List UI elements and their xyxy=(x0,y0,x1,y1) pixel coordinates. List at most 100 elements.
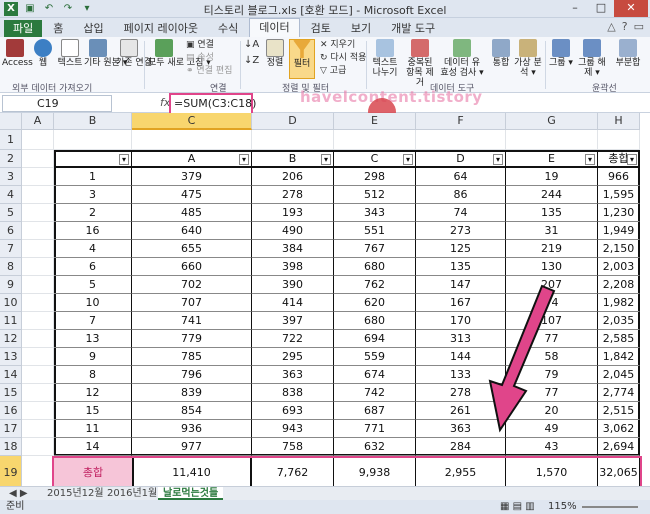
table-cell[interactable]: 414 xyxy=(252,294,334,312)
table-cell[interactable]: 2,208 xyxy=(598,276,640,294)
row-header-18[interactable]: 18 xyxy=(0,438,22,456)
filter-button[interactable]: 필터 xyxy=(289,39,315,79)
table-header-cell[interactable]: B ▾ xyxy=(252,150,334,168)
consolidate-button[interactable]: 통합 xyxy=(488,39,514,68)
table-cell[interactable]: 779 xyxy=(132,330,252,348)
table-cell[interactable]: 86 xyxy=(416,186,506,204)
table-cell[interactable]: 559 xyxy=(334,348,416,366)
column-header-g[interactable]: G xyxy=(506,113,598,130)
ribbon-collapse-icon[interactable]: △ xyxy=(607,20,615,33)
table-cell[interactable]: 31 xyxy=(506,222,598,240)
table-cell[interactable]: 722 xyxy=(252,330,334,348)
table-cell[interactable]: 43 xyxy=(506,438,598,456)
table-cell-b[interactable]: 14 xyxy=(54,438,132,456)
tab-developer[interactable]: 개발 도구 xyxy=(382,20,444,37)
clear-filter-link[interactable]: ✕ 지우기 xyxy=(320,39,355,51)
table-cell[interactable]: 680 xyxy=(334,258,416,276)
filter-dropdown-icon[interactable]: ▾ xyxy=(627,154,637,165)
column-header-f[interactable]: F xyxy=(416,113,506,130)
table-cell[interactable]: 278 xyxy=(252,186,334,204)
access-button[interactable]: Access xyxy=(2,39,33,68)
table-cell[interactable]: 742 xyxy=(334,384,416,402)
table-cell[interactable]: 640 xyxy=(132,222,252,240)
column-header-b[interactable]: B xyxy=(54,113,132,130)
table-cell[interactable]: 758 xyxy=(252,438,334,456)
table-cell[interactable]: 694 xyxy=(334,330,416,348)
data-validation-button[interactable]: 데이터 유효성 검사 ▾ xyxy=(440,39,484,78)
table-cell-b[interactable]: 6 xyxy=(54,258,132,276)
table-cell[interactable]: 512 xyxy=(334,186,416,204)
table-cell[interactable]: 2,585 xyxy=(598,330,640,348)
table-cell[interactable]: 762 xyxy=(334,276,416,294)
table-cell[interactable]: 771 xyxy=(334,420,416,438)
row-header-2[interactable]: 2 xyxy=(0,150,22,168)
table-cell[interactable]: 74 xyxy=(416,204,506,222)
table-cell[interactable]: 680 xyxy=(334,312,416,330)
table-cell-b[interactable]: 9 xyxy=(54,348,132,366)
table-cell[interactable]: 398 xyxy=(252,258,334,276)
filter-dropdown-icon[interactable]: ▾ xyxy=(493,154,503,165)
table-cell[interactable]: 135 xyxy=(506,204,598,222)
table-cell-b[interactable]: 2 xyxy=(54,204,132,222)
table-cell[interactable]: 785 xyxy=(132,348,252,366)
table-cell-b[interactable]: 4 xyxy=(54,240,132,258)
sheet-tab-2015-12[interactable]: 2015년12월 xyxy=(42,487,109,500)
table-cell[interactable]: 135 xyxy=(416,258,506,276)
zoom-slider[interactable] xyxy=(582,506,638,508)
table-cell-b[interactable]: 10 xyxy=(54,294,132,312)
advanced-filter-link[interactable]: ▽ 고급 xyxy=(320,65,346,77)
table-cell[interactable]: 343 xyxy=(334,204,416,222)
close-button[interactable]: ✕ xyxy=(614,0,648,17)
table-cell[interactable]: 390 xyxy=(252,276,334,294)
column-header-d[interactable]: D xyxy=(252,113,334,130)
column-header-h[interactable]: H xyxy=(598,113,640,130)
table-cell[interactable]: 854 xyxy=(132,402,252,420)
table-cell[interactable]: 193 xyxy=(252,204,334,222)
select-all-corner[interactable] xyxy=(0,113,22,130)
table-cell[interactable]: 838 xyxy=(252,384,334,402)
table-cell[interactable]: 936 xyxy=(132,420,252,438)
connections-link[interactable]: ▣ 연결 xyxy=(186,39,214,51)
tab-data[interactable]: 데이터 xyxy=(249,18,300,37)
view-buttons[interactable]: ▦ ▤ ▥ xyxy=(500,500,535,514)
table-header-cell[interactable]: C ▾ xyxy=(334,150,416,168)
table-cell[interactable]: 655 xyxy=(132,240,252,258)
filter-dropdown-icon[interactable]: ▾ xyxy=(403,154,413,165)
row-header-10[interactable]: 10 xyxy=(0,294,22,312)
table-cell[interactable]: 2,003 xyxy=(598,258,640,276)
table-cell[interactable]: 660 xyxy=(132,258,252,276)
table-cell-b[interactable]: 3 xyxy=(54,186,132,204)
what-if-analysis-button[interactable]: 가상 분석 ▾ xyxy=(514,39,542,78)
table-cell[interactable]: 363 xyxy=(252,366,334,384)
table-cell-b[interactable]: 8 xyxy=(54,366,132,384)
tab-home[interactable]: 홈 xyxy=(44,20,72,37)
column-header-c[interactable]: C xyxy=(132,113,252,130)
table-cell-b[interactable]: 15 xyxy=(54,402,132,420)
table-cell[interactable]: 485 xyxy=(132,204,252,222)
subtotal-button[interactable]: 부분합 xyxy=(611,39,645,68)
table-cell[interactable]: 2,694 xyxy=(598,438,640,456)
row-header-15[interactable]: 15 xyxy=(0,384,22,402)
tab-review[interactable]: 검토 xyxy=(302,20,340,37)
table-cell[interactable]: 475 xyxy=(132,186,252,204)
table-cell[interactable]: 19 xyxy=(506,168,598,186)
table-cell[interactable]: 674 xyxy=(334,366,416,384)
table-header-cell[interactable]: A ▾ xyxy=(132,150,252,168)
row-header-12[interactable]: 12 xyxy=(0,330,22,348)
table-cell-b[interactable]: 5 xyxy=(54,276,132,294)
sort-asc-icon[interactable]: ↓A xyxy=(244,39,259,51)
table-cell[interactable]: 64 xyxy=(416,168,506,186)
table-cell[interactable]: 1,949 xyxy=(598,222,640,240)
row-header-5[interactable]: 5 xyxy=(0,204,22,222)
table-cell[interactable]: 551 xyxy=(334,222,416,240)
table-cell[interactable]: 379 xyxy=(132,168,252,186)
table-cell[interactable]: 284 xyxy=(416,438,506,456)
row-header-1[interactable]: 1 xyxy=(0,130,22,150)
sort-desc-icon[interactable]: ↓Z xyxy=(244,55,259,67)
existing-connections-button[interactable]: 기존 연결 xyxy=(116,39,152,68)
table-cell[interactable]: 702 xyxy=(132,276,252,294)
help-icon[interactable]: ? xyxy=(622,20,628,33)
column-header-a[interactable]: A xyxy=(22,113,54,130)
table-cell[interactable]: 943 xyxy=(252,420,334,438)
table-cell[interactable]: 687 xyxy=(334,402,416,420)
